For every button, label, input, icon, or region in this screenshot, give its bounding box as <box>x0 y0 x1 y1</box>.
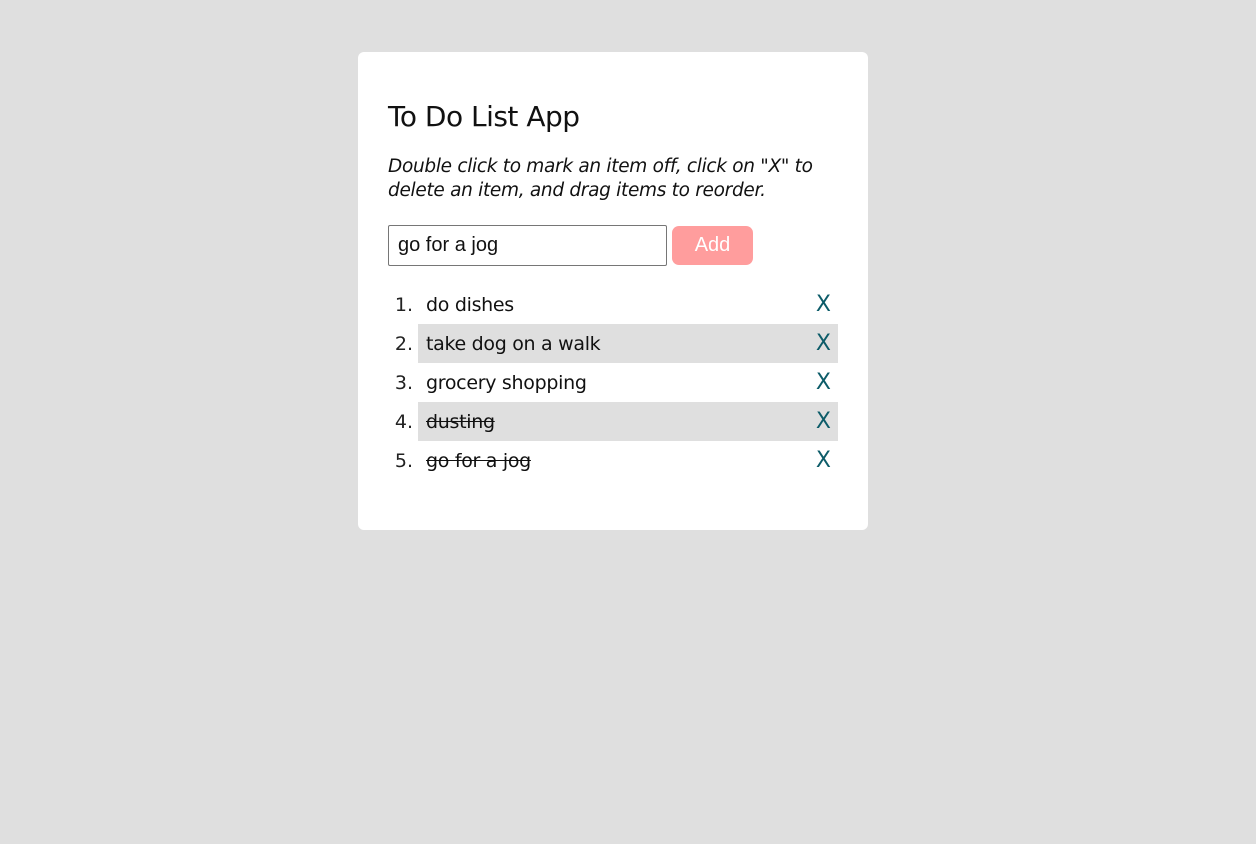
todo-card: To Do List App Double click to mark an i… <box>358 52 868 530</box>
task-body[interactable]: dusting X <box>418 402 838 441</box>
task-item-completed[interactable]: 5. go for a jog X <box>388 441 838 480</box>
task-text[interactable]: dusting <box>426 411 495 433</box>
task-item[interactable]: 3. grocery shopping X <box>388 363 838 402</box>
add-button[interactable]: Add <box>672 226 753 265</box>
delete-button[interactable]: X <box>816 410 831 433</box>
task-input[interactable] <box>388 225 667 266</box>
page-title: To Do List App <box>388 100 580 133</box>
task-text[interactable]: grocery shopping <box>426 372 587 394</box>
task-body[interactable]: do dishes X <box>418 285 838 324</box>
task-item[interactable]: 2. take dog on a walk X <box>388 324 838 363</box>
delete-button[interactable]: X <box>816 449 831 472</box>
delete-button[interactable]: X <box>816 371 831 394</box>
delete-button[interactable]: X <box>816 332 831 355</box>
task-number: 1. <box>394 293 413 316</box>
task-number: 4. <box>394 410 413 433</box>
task-text[interactable]: take dog on a walk <box>426 333 601 355</box>
task-body[interactable]: grocery shopping X <box>418 363 838 402</box>
task-number: 3. <box>394 371 413 394</box>
task-text[interactable]: do dishes <box>426 294 514 316</box>
task-text[interactable]: go for a jog <box>426 450 531 472</box>
delete-button[interactable]: X <box>816 293 831 316</box>
add-task-form: Add <box>388 225 753 266</box>
task-number: 2. <box>394 332 413 355</box>
task-body[interactable]: take dog on a walk X <box>418 324 838 363</box>
task-body[interactable]: go for a jog X <box>418 441 838 480</box>
task-item[interactable]: 1. do dishes X <box>388 285 838 324</box>
task-list: 1. do dishes X 2. take dog on a walk X 3… <box>388 285 838 480</box>
instructions-text: Double click to mark an item off, click … <box>388 156 813 201</box>
task-item-completed[interactable]: 4. dusting X <box>388 402 838 441</box>
task-number: 5. <box>394 449 413 472</box>
